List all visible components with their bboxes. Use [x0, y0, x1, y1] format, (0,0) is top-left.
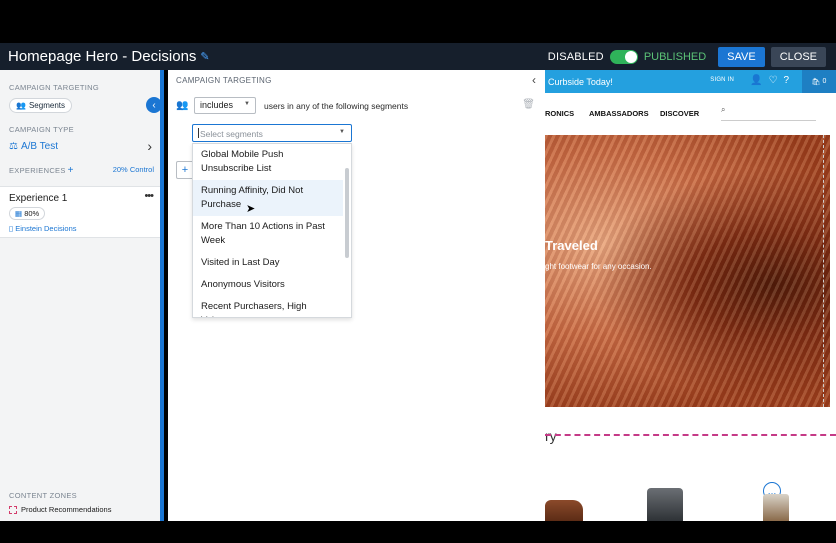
content-zone-item[interactable]: Product Recommendations: [9, 505, 111, 514]
campaign-type-ab-test[interactable]: ⚖ A/B Test: [9, 141, 58, 152]
site-preview: Curbside Today! SIGN IN 👤 ♡ ? 🛍 0 RONICS…: [545, 70, 836, 521]
hero-title: Traveled: [545, 238, 598, 253]
segments-pill[interactable]: 👥 Segments: [9, 98, 72, 113]
section-heading: ry: [545, 428, 557, 444]
dropdown-item[interactable]: More Than 10 Actions in Past Week: [193, 216, 343, 252]
experience-percent-badge: ▦ 80%: [9, 207, 46, 220]
promo-bar: Curbside Today!: [545, 70, 836, 93]
edit-pencil-icon[interactable]: ✎: [200, 50, 209, 63]
nav-item[interactable]: RONICS: [545, 109, 574, 118]
segment-placeholder: Select segments: [200, 129, 263, 139]
einstein-decisions-link[interactable]: ▯ Einstein Decisions: [9, 224, 77, 233]
campaign-type-label: CAMPAIGN TYPE: [9, 125, 74, 134]
signin-link[interactable]: SIGN IN: [710, 77, 734, 83]
status-disabled-label: DISABLED: [547, 51, 604, 63]
panel-header: CAMPAIGN TARGETING: [176, 76, 272, 85]
content-zone-label: Product Recommendations: [21, 505, 112, 514]
zone-icon: [9, 505, 17, 514]
hero-subtitle: ght footwear for any occasion.: [545, 262, 652, 271]
help-icon[interactable]: ?: [783, 75, 789, 86]
experience-card[interactable]: Experience 1 ••• ▦ 80% ▯ Einstein Decisi…: [0, 186, 160, 238]
top-bar: Homepage Hero - Decisions ✎ DISABLED PUB…: [0, 43, 836, 70]
users-icon: 👥: [16, 101, 26, 110]
rule-description: users in any of the following segments: [264, 100, 409, 111]
segments-pill-label: Segments: [28, 101, 65, 110]
nav-item[interactable]: DISCOVER: [660, 109, 699, 118]
experience-percent: 80%: [24, 209, 40, 218]
chevron-right-icon[interactable]: ›: [147, 138, 152, 154]
dropdown-item[interactable]: Global Mobile Push Unsubscribe List: [193, 144, 343, 180]
segment-search-input[interactable]: Select segments ▼: [192, 124, 352, 142]
zone-outline: [822, 135, 824, 407]
product-image[interactable]: [545, 500, 583, 521]
trash-icon[interactable]: 🗑: [522, 99, 535, 110]
mouse-pointer-icon: ➤: [246, 203, 256, 215]
cart-button[interactable]: 🛍 0: [802, 70, 836, 93]
add-experience-icon[interactable]: +: [68, 165, 74, 176]
cart-count: 0: [822, 78, 827, 85]
campaign-sidebar: CAMPAIGN TARGETING 👥 Segments ‹ CAMPAIGN…: [0, 70, 164, 521]
campaign-targeting-panel: CAMPAIGN TARGETING ‹ 👥 includes ▼ users …: [168, 70, 545, 521]
search-icon: ⌕: [721, 105, 726, 114]
content-icon: ▯: [9, 224, 14, 233]
scale-icon: ⚖: [9, 141, 18, 152]
text-cursor: [198, 128, 199, 138]
content-zone-outline: [545, 434, 836, 436]
nav-item[interactable]: AMBASSADORS: [589, 109, 649, 118]
caret-down-icon: ▼: [339, 129, 345, 135]
caret-down-icon: ▼: [244, 101, 250, 107]
more-options-icon[interactable]: •••: [144, 190, 154, 202]
collapse-panel-button[interactable]: ‹: [146, 97, 162, 113]
product-image[interactable]: [647, 488, 683, 521]
site-search[interactable]: ⌕: [721, 105, 816, 121]
dropdown-item[interactable]: Running Affinity, Did Not Purchase: [193, 180, 343, 216]
operator-value: includes: [200, 100, 234, 110]
toggle-knob: [624, 51, 637, 63]
heart-icon[interactable]: ♡: [768, 75, 777, 86]
chevron-left-icon[interactable]: ‹: [532, 73, 536, 87]
cart-icon: 🛍: [811, 78, 821, 86]
dropdown-scrollbar[interactable]: [345, 168, 349, 258]
einstein-decisions-label: Einstein Decisions: [15, 224, 77, 233]
grid-icon: ▦: [15, 209, 23, 218]
promo-text: Curbside Today!: [548, 76, 613, 87]
experiences-label: EXPERIENCES +: [9, 165, 74, 176]
control-percent-link[interactable]: 20% Control: [113, 165, 154, 174]
segment-dropdown: Global Mobile Push Unsubscribe List Runn…: [192, 143, 352, 318]
dropdown-item[interactable]: Visited in Last Day: [193, 252, 343, 274]
targeting-rule-row: 👥 includes ▼ users in any of the followi…: [176, 97, 408, 114]
dropdown-item[interactable]: Recent Purchasers, High Value,: [193, 296, 343, 317]
topbar-actions: DISABLED PUBLISHED SAVE CLOSE: [548, 47, 826, 67]
user-icon[interactable]: 👤: [750, 75, 762, 86]
save-button[interactable]: SAVE: [718, 47, 765, 67]
campaign-title: Homepage Hero - Decisions: [8, 48, 197, 65]
promo-icons: 👤 ♡ ?: [750, 75, 789, 86]
experiences-label-text: EXPERIENCES: [9, 166, 66, 175]
close-button[interactable]: CLOSE: [770, 47, 826, 67]
publish-toggle[interactable]: [609, 50, 638, 64]
product-image[interactable]: [763, 494, 789, 521]
hero-image: Traveled ght footwear for any occasion.: [545, 135, 830, 407]
dropdown-item[interactable]: Anonymous Visitors: [193, 274, 343, 296]
experience-title: Experience 1: [9, 193, 68, 204]
operator-select[interactable]: includes ▼: [194, 97, 256, 114]
campaign-targeting-label: CAMPAIGN TARGETING: [9, 83, 99, 92]
status-published-label: PUBLISHED: [643, 51, 707, 63]
content-zones-label: CONTENT ZONES: [9, 491, 77, 500]
campaign-type-value: A/B Test: [20, 141, 59, 152]
segment-users-icon: 👥: [176, 100, 189, 111]
